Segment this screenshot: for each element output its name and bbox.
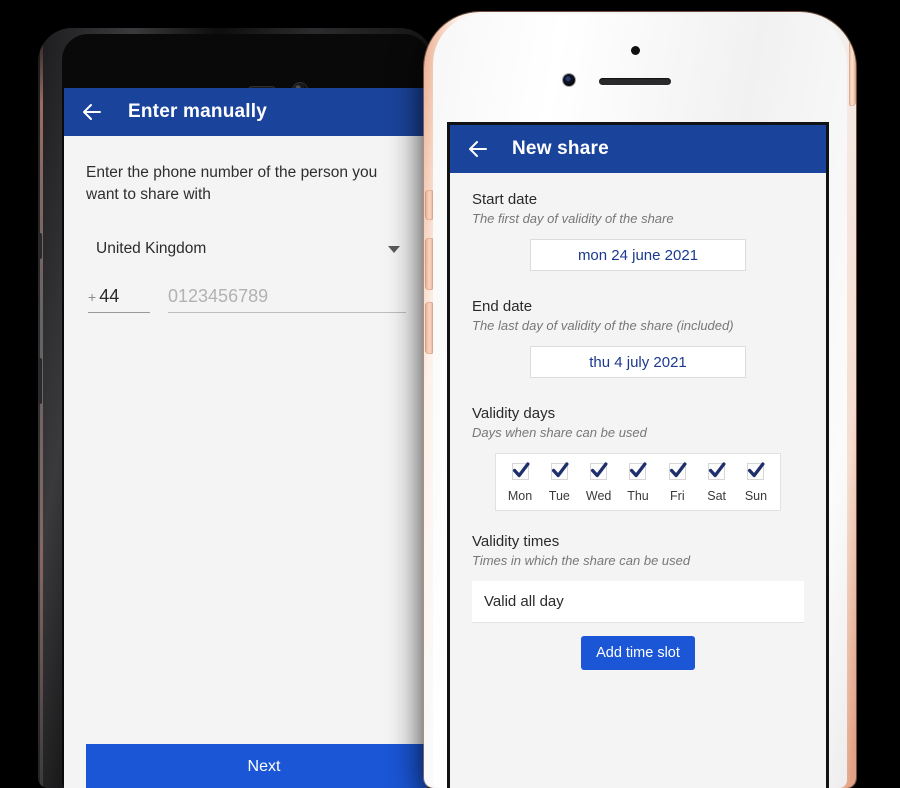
front-camera-icon: [563, 74, 575, 86]
country-select-value: United Kingdom: [96, 240, 207, 257]
day-checkbox[interactable]: [668, 462, 687, 480]
day-label: Sat: [707, 489, 727, 503]
validity-times-label: Validity times: [472, 533, 560, 550]
phone-volume-button: [38, 358, 42, 404]
validity-day-tue[interactable]: Tue: [541, 462, 577, 503]
country-code-prefix: +: [88, 289, 97, 305]
phone-volume-up-button: [425, 238, 433, 290]
validity-day-thu[interactable]: Thu: [620, 462, 656, 503]
day-label: Thu: [627, 489, 649, 503]
time-slot-row[interactable]: Valid all day: [472, 581, 804, 623]
checkmark-icon: [748, 462, 765, 478]
back-arrow-icon[interactable]: [80, 100, 104, 124]
validity-day-wed[interactable]: Wed: [581, 462, 617, 503]
android-screen: Enter manually Enter the phone number of…: [64, 88, 428, 788]
start-date-hint: The first day of validity of the share: [472, 211, 674, 226]
left-screen-body: Enter the phone number of the person you…: [64, 136, 428, 788]
day-label: Mon: [507, 489, 533, 503]
checkmark-icon: [551, 462, 569, 478]
time-slot-value: Valid all day: [484, 593, 564, 610]
day-checkbox[interactable]: [708, 462, 726, 480]
checkmark-icon: [591, 462, 608, 478]
add-time-slot-button[interactable]: Add time slot: [581, 636, 695, 670]
phone-mute-switch: [425, 190, 433, 220]
checkmark-icon: [512, 462, 530, 478]
day-checkbox[interactable]: [590, 462, 608, 480]
day-checkbox[interactable]: [629, 462, 648, 480]
phone-power-button: [849, 42, 856, 106]
validity-days-label: Validity days: [472, 405, 556, 422]
end-date-label: End date: [472, 298, 533, 315]
add-time-slot-row: Add time slot: [472, 636, 804, 670]
start-date-label: Start date: [472, 191, 538, 208]
day-label: Wed: [585, 489, 612, 503]
phone-number-input[interactable]: 0123456789: [168, 286, 406, 313]
checkmark-icon: [709, 462, 726, 478]
day-checkbox[interactable]: [550, 462, 569, 480]
country-code-value: 44: [99, 286, 120, 306]
country-select[interactable]: United Kingdom: [86, 234, 406, 264]
phone-number-row: + 44 0123456789: [86, 286, 406, 313]
proximity-sensor-icon: [631, 46, 640, 55]
earpiece-speaker-icon: [599, 78, 671, 85]
back-arrow-icon[interactable]: [466, 137, 490, 161]
validity-day-sat[interactable]: Sat: [699, 462, 735, 503]
right-screen-body: Start date The first day of validity of …: [450, 173, 826, 788]
left-app-header: Enter manually: [64, 88, 428, 136]
phone-side-button: [38, 233, 42, 259]
phone-volume-down-button: [425, 302, 433, 354]
day-checkbox[interactable]: [747, 462, 765, 480]
phone-number-placeholder: 0123456789: [168, 286, 269, 306]
chevron-down-icon: [388, 245, 400, 253]
validity-day-fri[interactable]: Fri: [659, 462, 695, 503]
validity-days-hint: Days when share can be used: [472, 425, 647, 440]
country-code-field[interactable]: + 44: [88, 286, 150, 313]
validity-day-mon[interactable]: Mon: [502, 462, 538, 503]
page-title: Enter manually: [128, 101, 268, 122]
iphone-device: New share Start date The first day of va…: [424, 12, 856, 788]
end-date-hint: The last day of validity of the share (i…: [472, 318, 734, 333]
right-app-header: New share: [450, 125, 826, 173]
validity-day-sun[interactable]: Sun: [738, 462, 774, 503]
screenshot-stage: Enter manually Enter the phone number of…: [0, 0, 900, 788]
day-label: Sun: [744, 489, 768, 503]
android-phone-device: Enter manually Enter the phone number of…: [38, 28, 434, 788]
end-date-button[interactable]: thu 4 july 2021: [530, 346, 746, 378]
checkmark-icon: [630, 462, 648, 478]
page-title: New share: [512, 138, 609, 159]
start-date-button[interactable]: mon 24 june 2021: [530, 239, 746, 271]
day-label: Tue: [548, 489, 570, 503]
instruction-text: Enter the phone number of the person you…: [86, 164, 378, 203]
day-checkbox[interactable]: [511, 462, 530, 480]
validity-times-hint: Times in which the share can be used: [472, 553, 691, 568]
checkmark-icon: [669, 462, 687, 478]
day-label: Fri: [670, 489, 685, 503]
next-button[interactable]: Next: [86, 744, 428, 788]
validity-days-card: Mon Tue Wed Thu Fri Sat Sun: [495, 453, 781, 511]
phone-edge-highlight: [40, 28, 43, 788]
iphone-screen: New share Start date The first day of va…: [450, 125, 826, 788]
